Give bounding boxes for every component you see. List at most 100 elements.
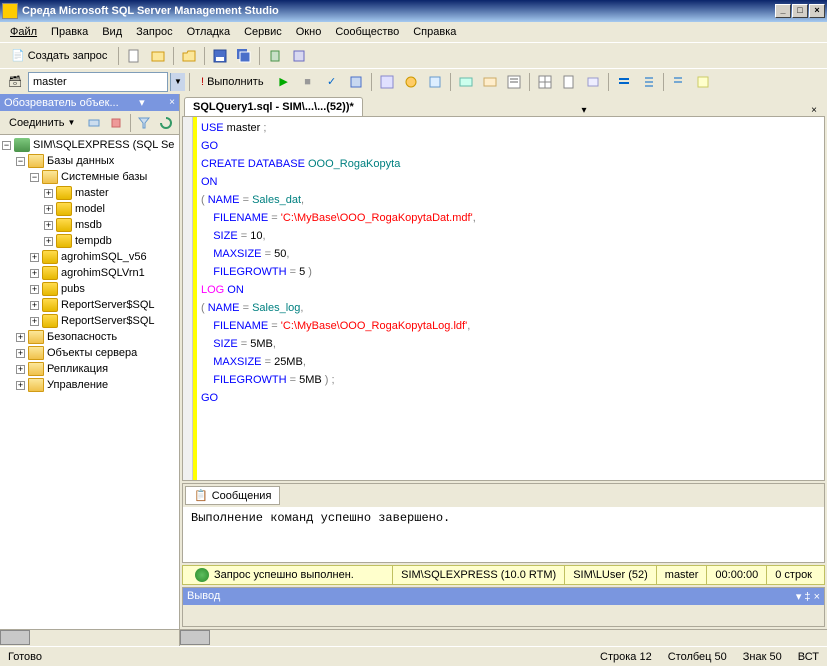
menu-service[interactable]: Сервис (238, 24, 288, 40)
open-button[interactable] (178, 45, 200, 67)
new-query-icon: 📄 (11, 49, 25, 62)
include-stats-button[interactable] (479, 71, 501, 93)
tree-server-objects[interactable]: +Объекты сервера (2, 345, 177, 361)
editor-hscroll[interactable] (180, 629, 827, 646)
maximize-button[interactable]: □ (792, 4, 808, 18)
tree-db-user-1[interactable]: +agrohimSQLVrn1 (2, 265, 177, 281)
results-file-button[interactable] (558, 71, 580, 93)
output-panel: Вывод ▾ ‡ × (182, 587, 825, 627)
messages-tab[interactable]: 📋 Сообщения (185, 486, 280, 505)
status-time: 00:00:00 (706, 566, 766, 584)
tab-close-button[interactable]: × (805, 105, 823, 116)
status-ready: Готово (8, 651, 42, 663)
tree-security[interactable]: +Безопасность (2, 329, 177, 345)
database-icon: 🗃 (8, 75, 22, 88)
results-text-button[interactable] (503, 71, 525, 93)
parse-button[interactable]: ✓ (321, 71, 343, 93)
tree-hscroll[interactable] (0, 629, 179, 646)
save-button[interactable] (209, 45, 231, 67)
editor-tab[interactable]: SQLQuery1.sql - SIM\...\...(52))* (184, 97, 363, 116)
titlebar: Среда Microsoft SQL Server Management St… (0, 0, 827, 22)
tree-db-tempdb[interactable]: +tempdb (2, 233, 177, 249)
success-icon (195, 568, 209, 582)
database-combo[interactable]: master (28, 72, 168, 92)
output-header: Вывод ▾ ‡ × (183, 588, 824, 605)
database-combo-arrow[interactable]: ▼ (170, 73, 185, 91)
status-ins: ВСТ (798, 651, 819, 663)
toolbar-sql: 🗃 master ▼ ! Выполнить ▶ ■ ✓ (0, 68, 827, 94)
window-title: Среда Microsoft SQL Server Management St… (22, 5, 279, 17)
tree-db-user-2[interactable]: +pubs (2, 281, 177, 297)
comment-button[interactable] (582, 71, 604, 93)
menu-edit[interactable]: Правка (45, 24, 94, 40)
tab-strip: SQLQuery1.sql - SIM\...\...(52))* ▾ × (180, 94, 827, 116)
tree-databases-node[interactable]: −Базы данных (2, 153, 177, 169)
object-explorer-toolbar: Соединить▼ (0, 111, 179, 135)
object-explorer-header: Обозреватель объек... ▾ × (0, 94, 179, 111)
query-status-strip: Запрос успешно выполнен. SIM\SQLEXPRESS … (182, 565, 825, 585)
query-options-button[interactable] (400, 71, 422, 93)
tree-db-user-3[interactable]: +ReportServer$SQL (2, 297, 177, 313)
tree-db-user-4[interactable]: +ReportServer$SQL (2, 313, 177, 329)
debug-button[interactable]: ▶ (273, 71, 295, 93)
db-icon-button[interactable]: 🗃 (4, 71, 26, 93)
check-icon: ✓ (327, 75, 336, 88)
pin-icon[interactable]: ▾ (139, 96, 145, 109)
menu-query[interactable]: Запрос (130, 24, 178, 40)
status-char: Знак 50 (743, 651, 782, 663)
refresh-button[interactable] (156, 112, 177, 134)
execute-button[interactable]: ! Выполнить (194, 73, 271, 91)
tree-management[interactable]: +Управление (2, 377, 177, 393)
properties-button[interactable] (288, 45, 310, 67)
tree-sysdb-node[interactable]: −Системные базы (2, 169, 177, 185)
specify-values-button[interactable] (692, 71, 714, 93)
output-pin-icon[interactable]: ▾ ‡ × (796, 590, 820, 603)
filter-button[interactable] (134, 112, 155, 134)
menu-community[interactable]: Сообщество (329, 24, 405, 40)
editor-panel: SQLQuery1.sql - SIM\...\...(52))* ▾ × US… (180, 94, 827, 646)
intellisense-button[interactable] (424, 71, 446, 93)
new-project-button[interactable] (147, 45, 169, 67)
activity-button[interactable] (264, 45, 286, 67)
results-grid-button[interactable] (534, 71, 556, 93)
code-editor[interactable]: USE master ; GO CREATE DATABASE OOO_Roga… (182, 116, 825, 481)
new-file-button[interactable] (123, 45, 145, 67)
messages-content[interactable]: Выполнение команд успешно завершено. (183, 507, 824, 562)
close-button[interactable]: × (809, 4, 825, 18)
tree-server-node[interactable]: −SIM\SQLEXPRESS (SQL Se (2, 137, 177, 153)
menu-help[interactable]: Справка (407, 24, 462, 40)
minimize-button[interactable]: _ (775, 4, 791, 18)
disconnect-button[interactable] (83, 112, 104, 134)
statusbar: Готово Строка 12 Столбец 50 Знак 50 ВСТ (0, 646, 827, 666)
tree-db-master[interactable]: +master (2, 185, 177, 201)
menu-debug[interactable]: Отладка (181, 24, 236, 40)
outdent-button[interactable] (668, 71, 690, 93)
tree-db-model[interactable]: +model (2, 201, 177, 217)
menu-view[interactable]: Вид (96, 24, 128, 40)
app-icon (2, 3, 18, 19)
tab-nav-arrow[interactable]: ▾ (575, 105, 592, 116)
menu-file[interactable]: Файл (4, 24, 43, 40)
include-plan-button[interactable] (455, 71, 477, 93)
database-selected: master (33, 76, 67, 88)
menu-window[interactable]: Окно (290, 24, 328, 40)
stop-button-2[interactable] (106, 112, 127, 134)
estimated-plan-button[interactable] (376, 71, 398, 93)
code-content[interactable]: USE master ; GO CREATE DATABASE OOO_Roga… (197, 117, 824, 480)
panel-close-button[interactable]: × (169, 97, 175, 108)
indent-button[interactable] (637, 71, 659, 93)
stop-button[interactable]: ■ (297, 71, 319, 93)
new-query-button[interactable]: 📄 Создать запрос (4, 46, 114, 65)
cancel-button[interactable] (345, 71, 367, 93)
connect-button[interactable]: Соединить▼ (2, 114, 82, 132)
messages-icon: 📋 (194, 489, 208, 502)
uncomment-button[interactable] (613, 71, 635, 93)
tree-db-msdb[interactable]: +msdb (2, 217, 177, 233)
save-all-button[interactable] (233, 45, 255, 67)
status-ok: Запрос успешно выполнен. (187, 566, 392, 584)
toolbar-main: 📄 Создать запрос (0, 42, 827, 68)
tree-db-user-0[interactable]: +agrohimSQL_v56 (2, 249, 177, 265)
tree-replication[interactable]: +Репликация (2, 361, 177, 377)
object-tree[interactable]: −SIM\SQLEXPRESS (SQL Se −Базы данных −Си… (0, 135, 179, 629)
status-user: SIM\LUser (52) (564, 566, 656, 584)
